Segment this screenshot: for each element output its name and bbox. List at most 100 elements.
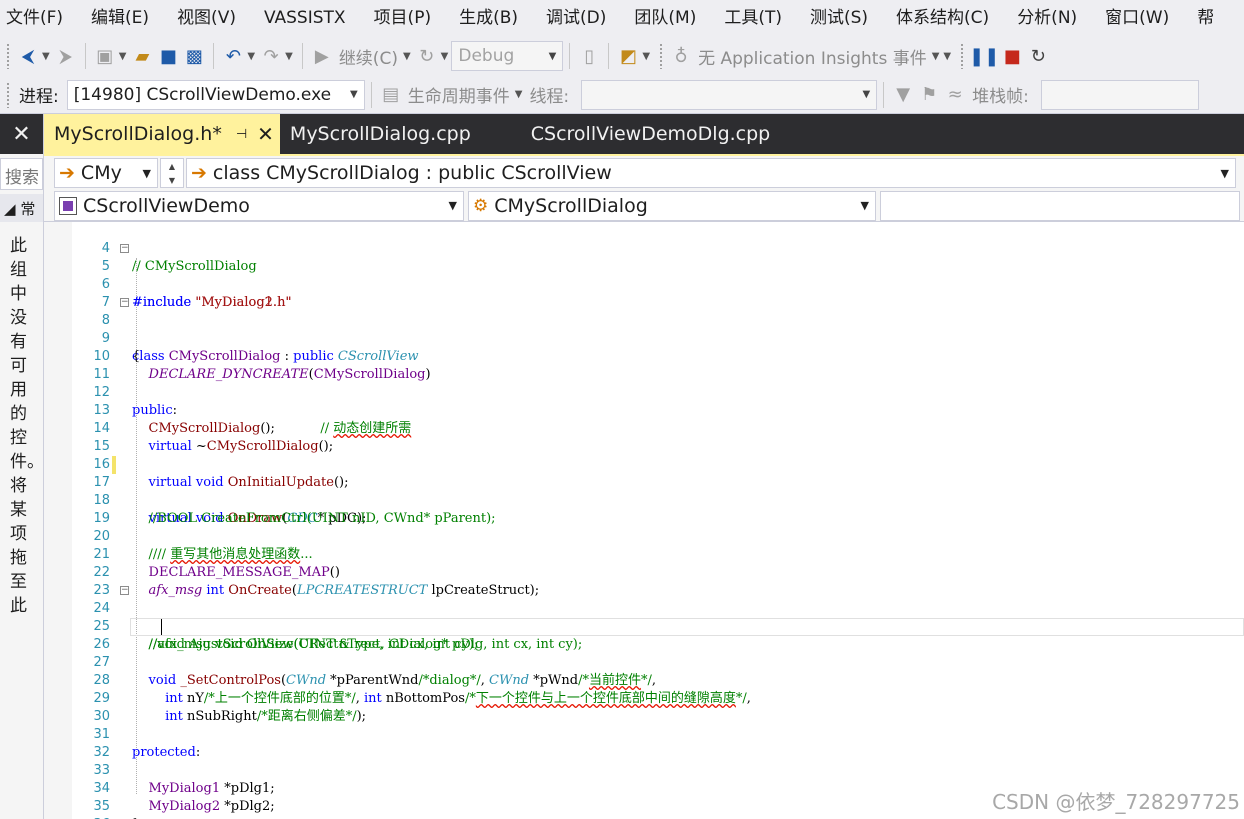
menu-vassistx[interactable]: VASSISTX (250, 0, 360, 36)
lifecycle-events-button[interactable]: 生命周期事件 (404, 82, 514, 107)
chevron-down-icon: ▼ (142, 166, 151, 180)
new-project-caret[interactable]: ▼ (119, 51, 127, 62)
toolbar-overflow-caret[interactable]: ▼ (642, 51, 650, 62)
menu-team[interactable]: 团队(M) (620, 0, 710, 36)
menu-debug[interactable]: 调试(D) (532, 0, 620, 36)
toolbar-separator (84, 43, 86, 69)
code-line: 28 int nY/*上一个控件底部的位置*/, int nBottomPos/… (72, 654, 1244, 706)
code-line: 12 public: (72, 366, 1244, 418)
pin-icon[interactable]: ⊣ (236, 127, 247, 142)
member-select[interactable] (880, 190, 1240, 221)
toolbar-overflow-caret[interactable]: ▼ (943, 51, 951, 62)
redo-icon[interactable]: ↷ (258, 42, 284, 70)
toolbar-grip[interactable] (6, 81, 11, 108)
chevron-up-icon[interactable]: ▲ (169, 162, 175, 171)
navigate-forward-icon[interactable]: ⮞ (53, 42, 79, 70)
lightbulb-icon[interactable]: ♁ (668, 42, 694, 70)
lifecycle-caret[interactable]: ▼ (515, 89, 523, 100)
chevron-down-icon: ▼ (448, 199, 457, 212)
back-dropdown-caret[interactable]: ▼ (42, 51, 50, 62)
menu-file[interactable]: 文件(F) (0, 0, 77, 36)
menu-architecture[interactable]: 体系结构(C) (882, 0, 1003, 36)
close-icon[interactable]: ✕ (12, 122, 30, 147)
refresh-icon[interactable]: ↻ (414, 42, 440, 70)
menu-help[interactable]: 帮 (1183, 0, 1228, 36)
ide-window: { "menu": ["文件(F)", "编辑(E)", "视图(V)", "V… (0, 0, 1244, 819)
restart-icon[interactable]: ↻ (1025, 42, 1051, 70)
stop-icon[interactable]: ■ (999, 42, 1025, 70)
process-select[interactable]: [14980] CScrollViewDemo.exe ▼ (66, 79, 365, 110)
chevron-down-icon: ▼ (350, 89, 358, 100)
thread-select[interactable]: ▼ (581, 79, 878, 110)
chevron-down-icon: ▼ (860, 199, 869, 212)
device-icon[interactable]: ▯ (576, 42, 602, 70)
solution-config-select[interactable]: Debug ▼ (451, 41, 564, 71)
toolbox-search-input[interactable]: 搜索 (0, 158, 43, 190)
tab-label: MyScrollDialog.h* (54, 123, 222, 145)
class-select[interactable]: ⚙ CMyScrollDialog ▼ (468, 190, 876, 221)
code-line: 23 (72, 564, 1244, 598)
code-editor[interactable]: 4 // CMyScrollDialog 5 − #include "MyDia… (44, 222, 1244, 819)
menu-bar: 文件(F) 编辑(E) 视图(V) VASSISTX 项目(P) 生成(B) 调… (0, 0, 1244, 36)
new-project-icon[interactable]: ▣ (92, 42, 118, 70)
fold-toggle[interactable]: − (120, 244, 129, 253)
undo-icon[interactable]: ↶ (220, 42, 246, 70)
signature-value: class CMyScrollDialog : public CScrollVi… (212, 162, 612, 184)
continue-button[interactable]: 继续(C) (335, 44, 402, 69)
threads-toggle-icon[interactable]: ≈ (942, 81, 968, 109)
navigate-back-icon[interactable]: ⮜ (15, 42, 41, 70)
menu-tools[interactable]: 工具(T) (710, 0, 796, 36)
code-line: 18 //BOOL CreateFromCtrl(UINT nID, CWnd*… (72, 474, 1244, 526)
selection-margin[interactable] (44, 222, 72, 819)
lifecycle-icon[interactable]: ▤ (378, 81, 404, 109)
toolbar-grip[interactable] (960, 43, 966, 69)
stackframe-select[interactable] (1040, 79, 1199, 110)
insights-caret[interactable]: ▼ (932, 51, 940, 62)
redo-caret[interactable]: ▼ (285, 51, 293, 62)
toolbar-separator (301, 43, 303, 69)
chevron-down-icon: ▼ (548, 50, 557, 62)
tab-myscrolldialog-h[interactable]: MyScrollDialog.h* ⊣ ✕ (44, 114, 280, 154)
code-line: 7 (72, 276, 1244, 310)
fold-toggle[interactable]: − (120, 298, 129, 307)
menu-analyze[interactable]: 分析(N) (1003, 0, 1091, 36)
application-insights-button[interactable]: 无 Application Insights 事件 (694, 44, 931, 69)
open-folder-icon[interactable]: ▰ (129, 42, 155, 70)
menu-window[interactable]: 窗口(W) (1091, 0, 1183, 36)
menu-build[interactable]: 生成(B) (445, 0, 532, 36)
save-all-icon[interactable]: ▩ (181, 42, 207, 70)
continue-caret[interactable]: ▼ (403, 51, 411, 62)
undo-caret[interactable]: ▼ (247, 51, 255, 62)
pause-icon[interactable]: ❚❚ (969, 42, 999, 70)
tab-myscrolldialog-cpp[interactable]: MyScrollDialog.cpp (280, 114, 481, 154)
project-select[interactable]: CScrollViewDemo ▼ (54, 190, 464, 221)
tab-cscrollviewdemodlg-cpp[interactable]: CScrollViewDemoDlg.cpp (521, 114, 780, 154)
refresh-caret[interactable]: ▼ (441, 51, 449, 62)
code-line: 4 // CMyScrollDialog (72, 222, 1244, 274)
menu-project[interactable]: 项目(P) (360, 0, 446, 36)
fold-toggle[interactable]: − (120, 586, 129, 595)
continue-play-icon[interactable]: ▶ (309, 42, 335, 70)
code-line: 27 void _SetControlPos(CWnd *pParentWnd/… (72, 636, 1244, 688)
find-in-files-icon[interactable]: ◩ (615, 42, 641, 70)
scope-spinner[interactable]: ▲ ▼ (160, 158, 184, 188)
scope-select[interactable]: ➔ CMy ▼ (54, 158, 158, 188)
scope-value: CMy (80, 162, 122, 184)
code-line: 31 protected: (72, 708, 1244, 760)
menu-view[interactable]: 视图(V) (163, 0, 250, 36)
menu-edit[interactable]: 编辑(E) (77, 0, 163, 36)
toolbox-group[interactable]: ◢ 常 (0, 194, 43, 222)
chevron-down-icon[interactable]: ▼ (169, 176, 175, 185)
stackframe-label: 堆栈帧: (972, 87, 1029, 107)
code-line: 15 (72, 420, 1244, 454)
code-line: 16 virtual void OnInitialUpdate(); (72, 438, 1244, 490)
save-icon[interactable]: ■ (155, 42, 181, 70)
filter-icon[interactable]: ▼ (890, 81, 916, 109)
debug-location-toolbar: 进程: [14980] CScrollViewDemo.exe ▼ ▤ 生命周期… (0, 76, 1244, 114)
toolbar-grip[interactable] (659, 43, 665, 69)
filter-flag-icon[interactable]: ⚑ (916, 81, 942, 109)
toolbar-grip[interactable] (6, 43, 11, 69)
close-icon[interactable]: ✕ (257, 122, 274, 146)
signature-select[interactable]: ➔ class CMyScrollDialog : public CScroll… (186, 158, 1236, 188)
menu-test[interactable]: 测试(S) (796, 0, 882, 36)
